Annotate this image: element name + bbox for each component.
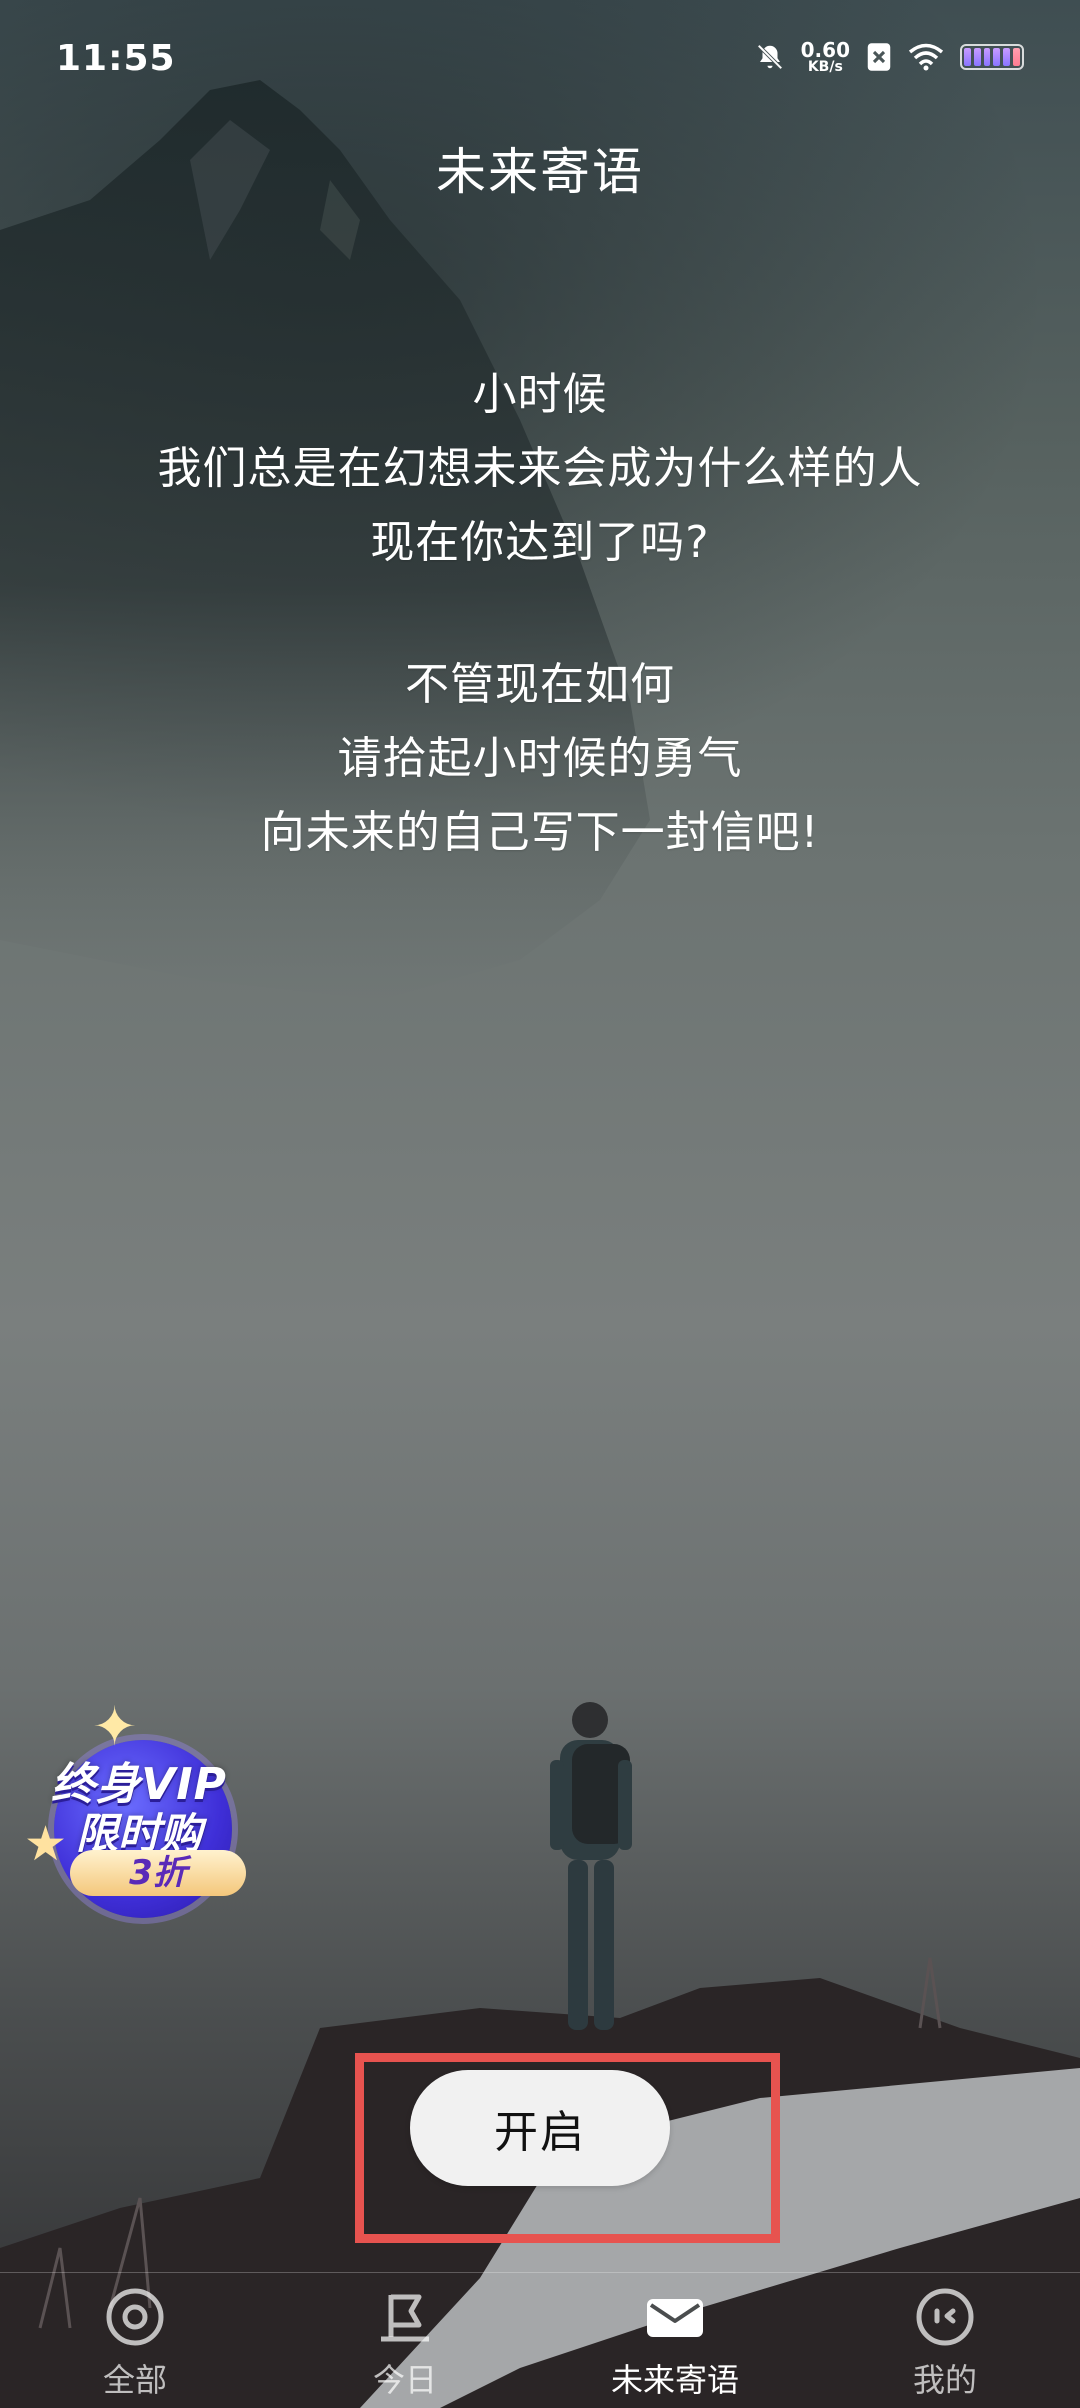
bell-off-icon bbox=[757, 44, 783, 70]
envelope-icon bbox=[647, 2299, 703, 2337]
message-line: 我们总是在幻想未来会成为什么样的人 bbox=[157, 443, 923, 494]
vip-discount-pill: 3折 bbox=[70, 1850, 246, 1896]
vip-promo-badge[interactable]: ✦ 终身VIP 限时购 3折 ★ bbox=[24, 1700, 254, 1920]
page-title: 未来寄语 bbox=[436, 143, 644, 201]
app-screen: 11:55 0.60 KB/s 未来寄语 小时候 我们总是在幻想未来会成为什么样… bbox=[0, 0, 1080, 2408]
message-line: 请拾起小时候的勇气 bbox=[337, 733, 743, 784]
nav-label: 我的 bbox=[912, 2361, 977, 2399]
sim-icon bbox=[867, 43, 891, 71]
open-button[interactable]: 开启 bbox=[410, 2070, 670, 2186]
nav-label: 未来寄语 bbox=[610, 2361, 739, 2399]
net-speed-unit: KB/s bbox=[807, 59, 843, 75]
hiker-figure bbox=[550, 1702, 632, 2030]
net-speed: 0.60 KB/s bbox=[801, 40, 850, 74]
flag-icon bbox=[381, 2294, 429, 2342]
nav-item-all[interactable]: 全部 bbox=[0, 2273, 270, 2408]
net-speed-value: 0.60 bbox=[800, 38, 850, 62]
wifi-icon bbox=[908, 43, 944, 71]
smiley-icon bbox=[916, 2288, 974, 2346]
nav-item-mine[interactable]: 我的 bbox=[810, 2273, 1080, 2408]
status-time: 11:55 bbox=[56, 38, 176, 79]
nav-label: 今日 bbox=[372, 2361, 437, 2399]
message-line: 不管现在如何 bbox=[405, 659, 675, 710]
status-icons: 0.60 KB/s bbox=[755, 40, 1024, 74]
star-icon: ★ bbox=[24, 1816, 68, 1872]
message-line: 向未来的自己写下一封信吧! bbox=[260, 807, 820, 858]
message-line: 小时候 bbox=[472, 369, 608, 420]
target-icon bbox=[106, 2288, 164, 2346]
nav-item-future-letters[interactable]: 未来寄语 bbox=[540, 2273, 810, 2408]
future-message-text: 小时候 我们总是在幻想未来会成为什么样的人 现在你达到了吗? 不管现在如何 请拾… bbox=[60, 358, 1020, 870]
message-line: 现在你达到了吗? bbox=[370, 517, 710, 568]
battery-icon bbox=[960, 44, 1024, 70]
sparkle-icon: ✦ bbox=[92, 1695, 138, 1758]
bottom-nav: 全部 今日 未来寄语 我的 bbox=[0, 2272, 1080, 2408]
nav-label: 全部 bbox=[102, 2361, 167, 2399]
nav-item-today[interactable]: 今日 bbox=[270, 2273, 540, 2408]
status-bar: 11:55 0.60 KB/s bbox=[0, 0, 1080, 120]
